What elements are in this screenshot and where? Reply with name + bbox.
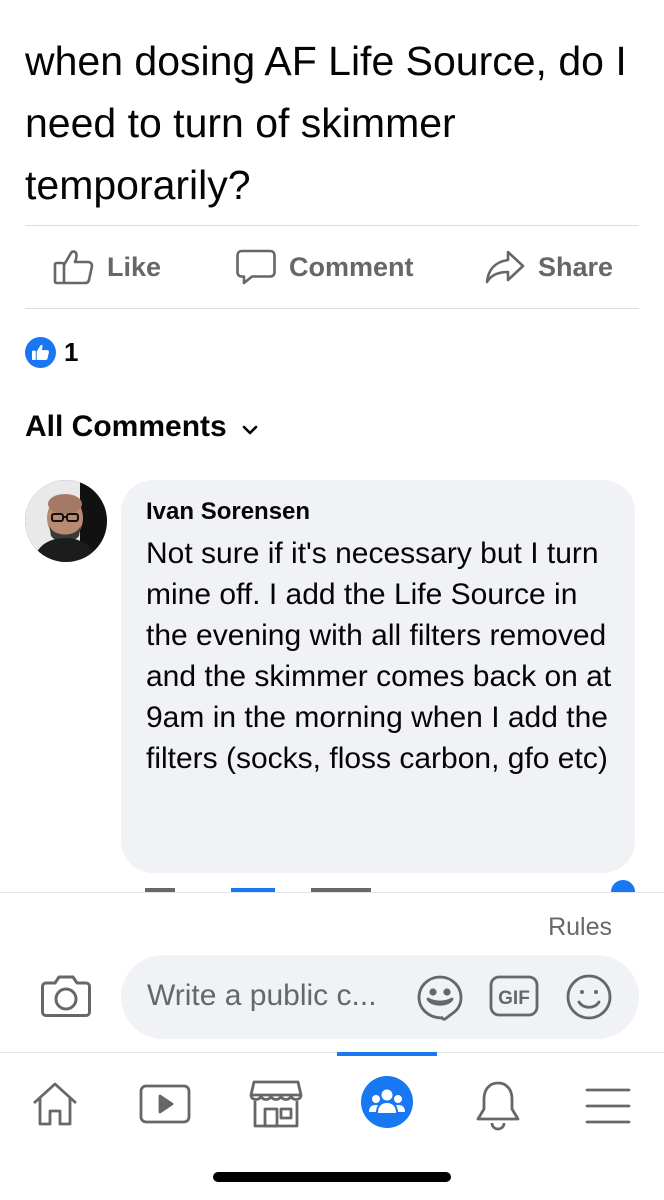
hamburger-menu-icon <box>584 1088 632 1129</box>
comment-input[interactable]: Write a public c... GIF <box>121 955 639 1039</box>
tab-notifications[interactable] <box>474 1079 522 1136</box>
video-play-icon <box>138 1084 194 1131</box>
tab-groups[interactable] <box>360 1075 414 1134</box>
speech-bubble-icon <box>235 248 277 286</box>
home-indicator[interactable] <box>213 1172 451 1182</box>
reaction-count: 1 <box>64 337 79 367</box>
divider-bottom <box>25 308 639 309</box>
thumbs-up-icon <box>53 249 95 285</box>
emoji-icon[interactable] <box>565 973 613 1026</box>
comments-sort-dropdown[interactable]: All Comments <box>25 410 259 444</box>
gif-label: GIF <box>498 988 530 1009</box>
like-reaction-icon <box>25 337 56 368</box>
storefront-icon <box>248 1080 304 1133</box>
tab-home[interactable] <box>30 1079 80 1134</box>
tab-watch[interactable] <box>138 1083 194 1132</box>
comment-meta-row <box>121 878 635 892</box>
active-tab-indicator <box>337 1052 437 1056</box>
camera-icon <box>40 975 92 1023</box>
groups-icon <box>360 1076 414 1133</box>
gif-button[interactable]: GIF <box>489 975 539 1022</box>
tab-marketplace[interactable] <box>248 1079 304 1134</box>
comment-composer: Rules Write a public c... GIF <box>0 892 664 1053</box>
post-action-bar: Like Comment Share <box>25 226 639 308</box>
bell-icon <box>474 1081 522 1135</box>
comment-author[interactable]: Ivan Sorensen <box>146 498 310 526</box>
reaction-summary[interactable]: 1 <box>25 337 78 368</box>
comment-bubble[interactable]: Ivan Sorensen Not sure if it's necessary… <box>121 480 635 873</box>
camera-button[interactable] <box>40 973 92 1024</box>
sticker-icon[interactable] <box>415 973 465 1028</box>
share-button[interactable]: Share <box>484 226 613 308</box>
comment-label: Comment <box>289 251 414 282</box>
post-text: when dosing AF Life Source, do I need to… <box>25 38 627 208</box>
share-arrow-icon <box>484 249 526 285</box>
like-button[interactable]: Like <box>53 226 161 308</box>
bottom-tab-bar <box>0 1052 664 1148</box>
chevron-down-icon <box>241 410 259 444</box>
comments-header-label: All Comments <box>25 410 227 443</box>
comment-text: Not sure if it's necessary but I turn mi… <box>146 537 612 775</box>
share-label: Share <box>538 251 614 282</box>
rules-link[interactable]: Rules <box>548 913 612 942</box>
like-label: Like <box>107 251 162 282</box>
comment-button[interactable]: Comment <box>235 226 414 308</box>
avatar[interactable] <box>25 480 107 562</box>
comment-placeholder: Write a public c... <box>147 979 377 1012</box>
home-icon <box>30 1082 80 1133</box>
tab-menu[interactable] <box>584 1087 632 1130</box>
